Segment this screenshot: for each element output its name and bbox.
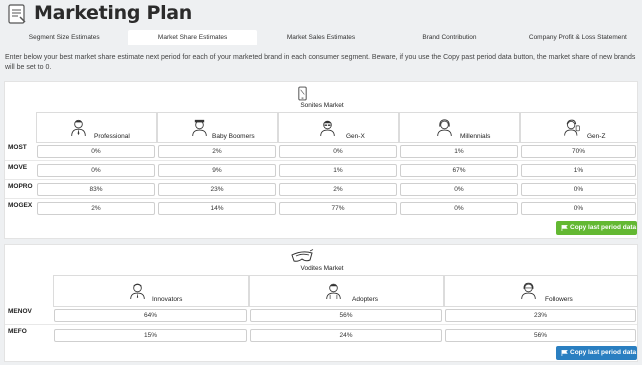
vodites-market-panel: Vodites Market Innovators Adopters Follo… [4,244,638,362]
row-divider [5,160,637,161]
sonites-market-title: Sonites Market [300,102,344,109]
share-input-mopro-gen-x[interactable]: 2% [279,183,397,196]
share-input-menov-followers[interactable]: 23% [445,309,636,322]
segment-label-gen-z: Gen-Z [587,133,606,140]
gen-x-person-icon [320,120,335,137]
sonites-market-panel: Sonites Market Professional Baby Boomers… [4,81,638,239]
copy-button-label: Copy last period data [570,349,637,356]
tab-profit-loss[interactable]: Company Profit & Loss Statement [514,30,642,45]
row-divider [5,198,637,199]
segment-header-gen-x: Gen-X [278,112,399,143]
copy-button-label: Copy last period data [570,224,637,231]
follower-person-icon [521,282,536,300]
share-input-mopro-millennials[interactable]: 0% [400,183,518,196]
segment-label-adopters: Adopters [352,296,379,303]
tab-market-sales[interactable]: Market Sales Estimates [257,30,385,45]
brand-label-mogex: MOGEX [8,202,33,209]
tab-bar: Segment Size Estimates Market Share Esti… [0,30,642,45]
share-input-most-baby-boomers[interactable]: 2% [158,145,276,158]
tab-segment-size[interactable]: Segment Size Estimates [0,30,128,45]
adopter-person-icon [326,283,341,300]
share-input-move-professional[interactable]: 0% [37,164,155,177]
segment-label-professional: Professional [94,133,130,140]
segment-header-baby-boomers: Baby Boomers [157,112,278,143]
flag-icon [561,225,568,231]
segment-label-millennials: Millennials [460,133,491,140]
vodites-market-title: Vodites Market [300,265,344,272]
professional-person-icon [71,119,86,137]
segment-header-gen-z: Gen-Z [520,112,638,143]
copy-last-period-button-vodites[interactable]: Copy last period data [556,346,637,360]
share-input-mopro-gen-z[interactable]: 0% [521,183,636,196]
brand-label-mopro: MOPRO [8,183,33,190]
share-input-most-gen-z[interactable]: 70% [521,145,636,158]
segment-header-innovators: Innovators [53,275,249,307]
share-input-mopro-baby-boomers[interactable]: 23% [158,183,276,196]
share-input-move-baby-boomers[interactable]: 9% [158,164,276,177]
gen-z-person-icon [564,119,580,136]
page-title: Marketing Plan [34,2,193,24]
share-input-mopro-professional[interactable]: 83% [37,183,155,196]
share-input-move-millennials[interactable]: 67% [400,164,518,177]
share-input-most-gen-x[interactable]: 0% [279,145,397,158]
baby-boomer-person-icon [192,119,207,137]
innovator-person-icon [130,283,145,300]
row-divider [5,179,637,180]
share-input-mogex-professional[interactable]: 2% [37,202,155,215]
segment-label-innovators: Innovators [152,296,183,303]
segment-label-followers: Followers [545,296,573,303]
share-input-most-professional[interactable]: 0% [37,145,155,158]
brand-label-most: MOST [8,144,27,151]
share-input-menov-innovators[interactable]: 64% [54,309,247,322]
share-input-mefo-followers[interactable]: 56% [445,329,636,342]
share-input-mogex-gen-z[interactable]: 0% [521,202,636,215]
share-input-menov-adopters[interactable]: 56% [250,309,442,322]
segment-header-adopters: Adopters [249,275,444,307]
flag-icon [561,350,568,356]
segment-label-gen-x: Gen-X [346,133,365,140]
instructions-text: Enter below your best market share estim… [5,54,636,71]
share-input-most-millennials[interactable]: 1% [400,145,518,158]
header: Marketing Plan [0,0,642,30]
millennial-person-icon [437,119,452,137]
row-divider [5,324,637,325]
share-input-mogex-gen-x[interactable]: 77% [279,202,397,215]
tab-brand-contribution[interactable]: Brand Contribution [385,30,513,45]
share-input-mefo-adopters[interactable]: 24% [250,329,442,342]
brand-label-move: MOVE [8,164,28,171]
share-input-mogex-baby-boomers[interactable]: 14% [158,202,276,215]
brand-label-mefo: MEFO [8,328,27,335]
share-input-mogex-millennials[interactable]: 0% [400,202,518,215]
notebook-icon [8,4,26,24]
brand-label-menov: MENOV [8,308,32,315]
copy-last-period-button-sonites[interactable]: Copy last period data [556,221,637,235]
share-input-move-gen-x[interactable]: 1% [279,164,397,177]
vr-headset-icon [291,249,314,262]
tab-market-share[interactable]: Market Share Estimates [128,30,257,45]
segment-label-baby-boomers: Baby Boomers [212,133,255,140]
share-input-move-gen-z[interactable]: 1% [521,164,636,177]
phone-icon [298,86,307,101]
share-input-mefo-innovators[interactable]: 15% [54,329,247,342]
segment-header-professional: Professional [36,112,157,143]
segment-header-millennials: Millennials [399,112,520,143]
segment-header-followers: Followers [444,275,638,307]
